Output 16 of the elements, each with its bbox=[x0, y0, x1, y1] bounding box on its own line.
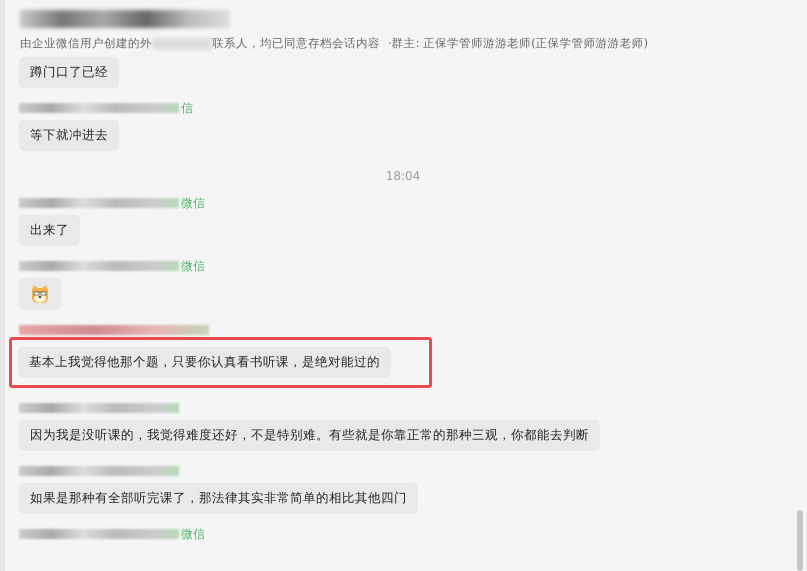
sender-source: 微信 bbox=[181, 258, 205, 274]
sender-source: 信 bbox=[181, 100, 193, 116]
dog-face-icon bbox=[30, 284, 50, 304]
sender-source: 微信 bbox=[181, 194, 205, 212]
message-bubble: 出来了 bbox=[19, 215, 80, 246]
message-bubble: 等下就冲进去 bbox=[19, 120, 119, 151]
group-owner: ·群主: 正保学管师游游老师(正保学管师游游老师) bbox=[388, 36, 648, 51]
message-bubble: 蹲门口了已经 bbox=[19, 57, 119, 88]
group-description: 由企业微信用户创建的外 bbox=[20, 36, 152, 51]
sender-source: 微信 bbox=[181, 526, 205, 542]
message-bubble: 因为我是没听课的，我觉得难度还好，不是特别难。有些就是你靠正常的那种三观，你都能去判断 bbox=[19, 420, 600, 451]
message-bubble: 如果是那种有全部听完课了，那法律其实非常简单的相比其他四门 bbox=[19, 483, 418, 514]
message-bubble: 基本上我觉得他那个题，只要你认真看书听课，是绝对能过的 bbox=[18, 347, 391, 378]
group-description: 联系人，均已同意存档会话内容 bbox=[212, 36, 380, 51]
timestamp: 18:04 bbox=[386, 169, 420, 183]
scrollbar[interactable] bbox=[797, 510, 803, 571]
